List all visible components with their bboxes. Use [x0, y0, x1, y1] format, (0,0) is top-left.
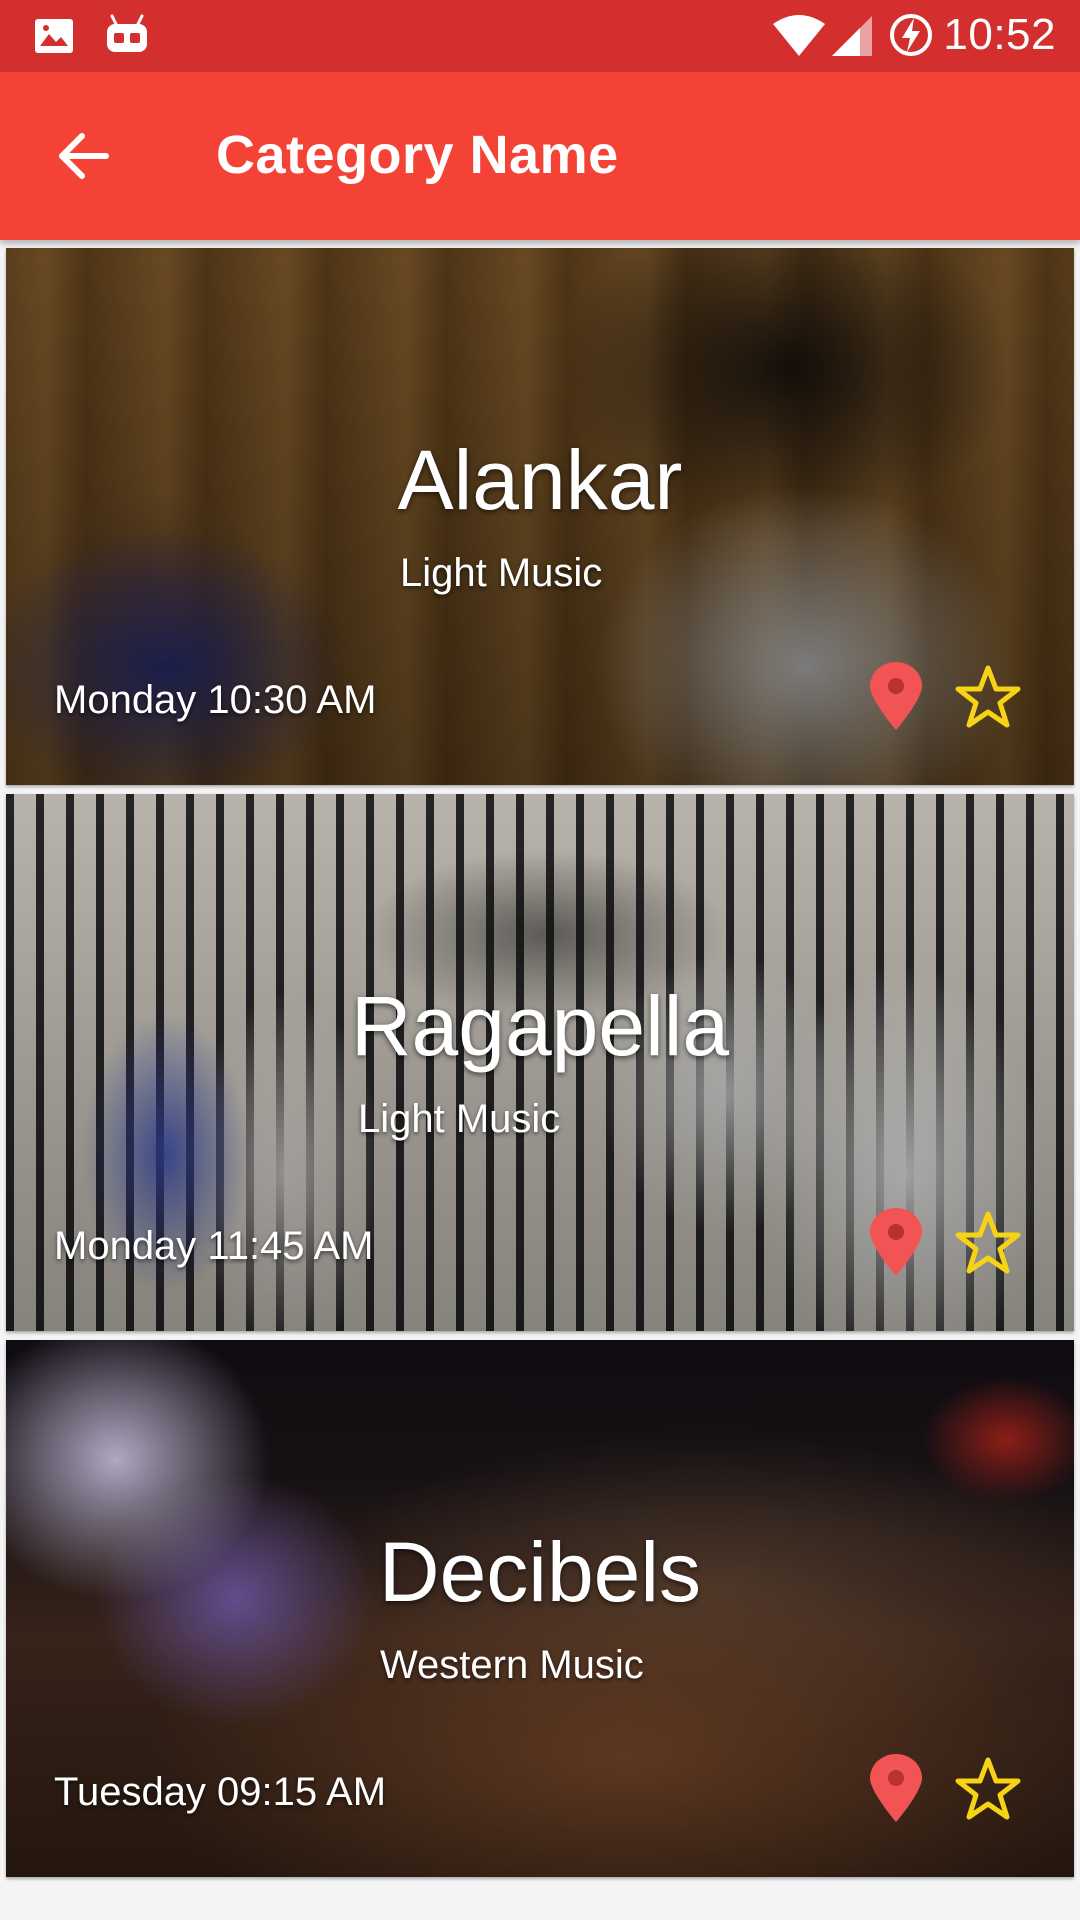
- back-button[interactable]: [38, 110, 130, 202]
- map-pin-icon: [870, 1754, 922, 1822]
- event-category: Light Music: [358, 1097, 561, 1141]
- signal-icon: [830, 14, 874, 62]
- favorite-button[interactable]: [954, 664, 1022, 730]
- favorite-button[interactable]: [954, 1756, 1022, 1822]
- event-card-decibels[interactable]: Decibels Western Music Tuesday 09:15 AM: [6, 1340, 1074, 1877]
- wifi-icon: [772, 14, 826, 62]
- app-screen: 10:52 Category Name Alankar Light Music …: [0, 0, 1080, 1920]
- event-title: Decibels: [378, 1525, 702, 1619]
- map-pin-icon: [870, 1208, 922, 1276]
- location-button[interactable]: [864, 1754, 928, 1824]
- android-icon: [104, 14, 150, 60]
- status-time: 10:52: [943, 10, 1056, 59]
- star-outline-icon: [955, 1211, 1021, 1274]
- event-title: Ragapella: [350, 979, 730, 1073]
- event-category: Western Music: [380, 1643, 644, 1687]
- location-button[interactable]: [864, 1208, 928, 1278]
- event-time: Monday 10:30 AM: [54, 678, 377, 722]
- battery-charging-icon: [888, 12, 934, 62]
- event-card-alankar[interactable]: Alankar Light Music Monday 10:30 AM: [6, 248, 1074, 785]
- event-title: Alankar: [397, 433, 683, 527]
- event-time: Monday 11:45 AM: [54, 1224, 374, 1268]
- event-time: Tuesday 09:15 AM: [54, 1770, 387, 1814]
- star-outline-icon: [955, 1757, 1021, 1820]
- event-card-ragapella[interactable]: Ragapella Light Music Monday 11:45 AM: [6, 794, 1074, 1331]
- location-button[interactable]: [864, 662, 928, 732]
- event-category: Light Music: [400, 551, 603, 595]
- map-pin-icon: [870, 662, 922, 730]
- star-outline-icon: [955, 665, 1021, 728]
- status-bar: 10:52: [0, 0, 1080, 72]
- page-title: Category Name: [216, 125, 619, 185]
- app-bar: Category Name: [0, 72, 1080, 240]
- arrow-left-icon: [59, 133, 109, 179]
- image-icon: [34, 18, 74, 58]
- favorite-button[interactable]: [954, 1210, 1022, 1276]
